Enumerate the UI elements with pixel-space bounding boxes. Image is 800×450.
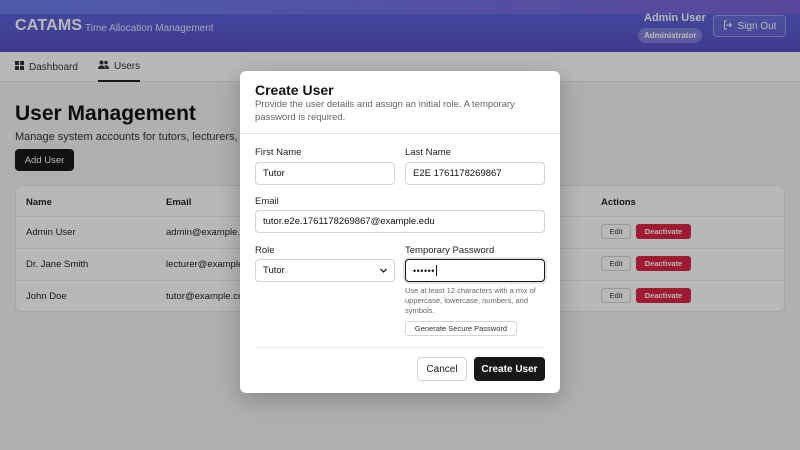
divider <box>255 347 545 348</box>
temporary-password-field[interactable]: •••••• <box>405 259 545 282</box>
password-mask: •••••• <box>413 265 435 276</box>
email-label: Email <box>255 196 279 207</box>
dialog-title: Create User <box>255 82 334 98</box>
cancel-button[interactable]: Cancel <box>417 357 467 381</box>
text-cursor <box>435 265 437 276</box>
last-name-label: Last Name <box>405 147 451 158</box>
dialog-description: Provide the user details and assign an i… <box>255 99 515 123</box>
create-user-button[interactable]: Create User <box>474 357 545 381</box>
last-name-field[interactable]: E2E 1761178269867 <box>405 162 545 185</box>
role-label: Role <box>255 245 275 256</box>
first-name-field[interactable]: Tutor <box>255 162 395 185</box>
generate-password-button[interactable]: Generate Secure Password <box>405 321 517 336</box>
role-select[interactable]: Tutor <box>255 259 395 282</box>
password-hint: Use at least 12 characters with a mix of… <box>405 286 536 315</box>
chevron-down-icon <box>379 266 388 278</box>
role-select-value: Tutor <box>263 265 285 276</box>
first-name-label: First Name <box>255 147 302 158</box>
create-user-dialog: Create User Provide the user details and… <box>240 71 560 393</box>
email-field[interactable]: tutor.e2e.1761178269867@example.edu <box>255 210 545 233</box>
temporary-password-label: Temporary Password <box>405 245 495 256</box>
divider <box>240 133 560 134</box>
